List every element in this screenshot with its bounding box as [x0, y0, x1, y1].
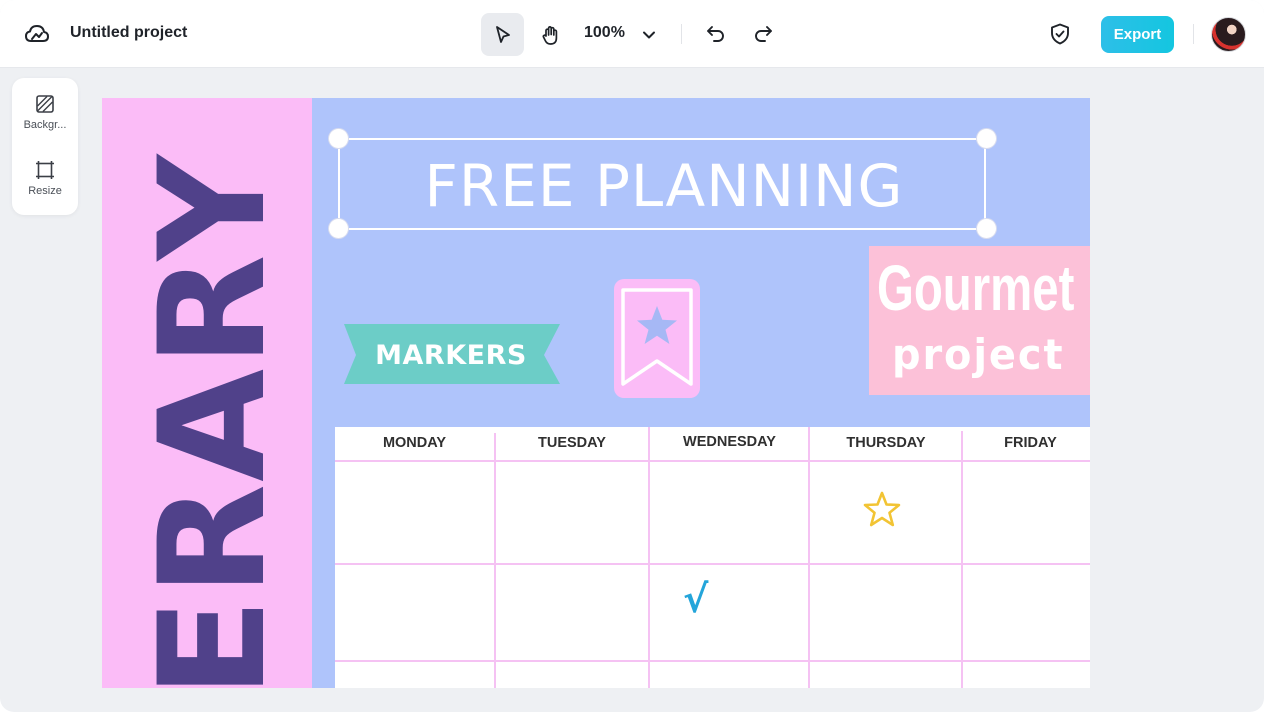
- select-tool-button[interactable]: [481, 13, 524, 56]
- top-toolbar: Untitled project 100% Export: [0, 0, 1264, 68]
- calendar-grid-line: [335, 563, 1090, 565]
- calendar-day-header: WEDNESDAY: [683, 434, 776, 450]
- selected-text-frame[interactable]: FREE PLANNING: [329, 129, 996, 238]
- undo-icon[interactable]: [704, 22, 728, 46]
- background-tool[interactable]: Backgr...: [12, 88, 78, 148]
- weekly-calendar[interactable]: MONDAY TUESDAY WEDNESDAY THURSDAY FRIDAY…: [335, 427, 1090, 688]
- redo-icon[interactable]: [751, 22, 775, 46]
- star-outline-icon[interactable]: [862, 490, 902, 528]
- bookmark-star-sticker[interactable]: [614, 279, 700, 398]
- export-button[interactable]: Export: [1101, 16, 1174, 53]
- chevron-down-icon[interactable]: [640, 26, 658, 44]
- toolbar-divider: [1193, 24, 1194, 44]
- hand-tool-button[interactable]: [531, 13, 571, 56]
- toolbar-divider: [681, 24, 682, 44]
- gourmet-project-block[interactable]: Gourmet project: [869, 246, 1090, 395]
- resize-handle-bottom-left[interactable]: [329, 219, 348, 238]
- shield-check-icon[interactable]: [1048, 22, 1072, 46]
- gourmet-title: Gourmet: [877, 252, 1075, 324]
- design-canvas[interactable]: ERARY FREE PLANNING Gourmet project MARK…: [102, 98, 1090, 688]
- calendar-grid-line: [494, 433, 496, 688]
- resize-handle-top-left[interactable]: [329, 129, 348, 148]
- left-tool-panel: Backgr... Resize: [12, 78, 78, 215]
- cursor-arrow-icon: [495, 25, 510, 43]
- app-window: Untitled project 100% Export Backgr... R…: [0, 0, 1264, 712]
- resize-tool[interactable]: Resize: [12, 154, 78, 214]
- zoom-level[interactable]: 100%: [584, 24, 625, 42]
- calendar-day-header: THURSDAY: [846, 435, 926, 451]
- project-title[interactable]: Untitled project: [70, 24, 187, 42]
- cloud-logo-icon[interactable]: [24, 22, 50, 46]
- calendar-day-header: FRIDAY: [1004, 435, 1057, 451]
- calendar-grid-line: [335, 460, 1090, 462]
- calendar-grid-line: [808, 427, 810, 688]
- avatar[interactable]: [1211, 17, 1246, 52]
- calendar-grid-line: [961, 431, 963, 688]
- calendar-grid-line: [648, 427, 650, 688]
- ribbon-label: MARKERS: [375, 340, 527, 371]
- resize-handle-bottom-right[interactable]: [977, 219, 996, 238]
- calendar-day-header: MONDAY: [382, 435, 447, 451]
- background-icon: [36, 95, 54, 113]
- headline-text[interactable]: FREE PLANNING: [340, 152, 988, 220]
- sidebar-item-label: Resize: [28, 185, 62, 197]
- check-mark-icon[interactable]: √: [683, 577, 708, 621]
- resize-handle-top-right[interactable]: [977, 129, 996, 148]
- hand-icon: [542, 25, 558, 45]
- vertical-title-text[interactable]: ERARY: [128, 153, 298, 688]
- calendar-day-header: TUESDAY: [538, 435, 606, 451]
- sidebar-item-label: Backgr...: [23, 119, 67, 131]
- calendar-grid-line: [335, 660, 1090, 662]
- gourmet-subtitle: project: [892, 330, 1065, 379]
- resize-icon: [36, 161, 54, 179]
